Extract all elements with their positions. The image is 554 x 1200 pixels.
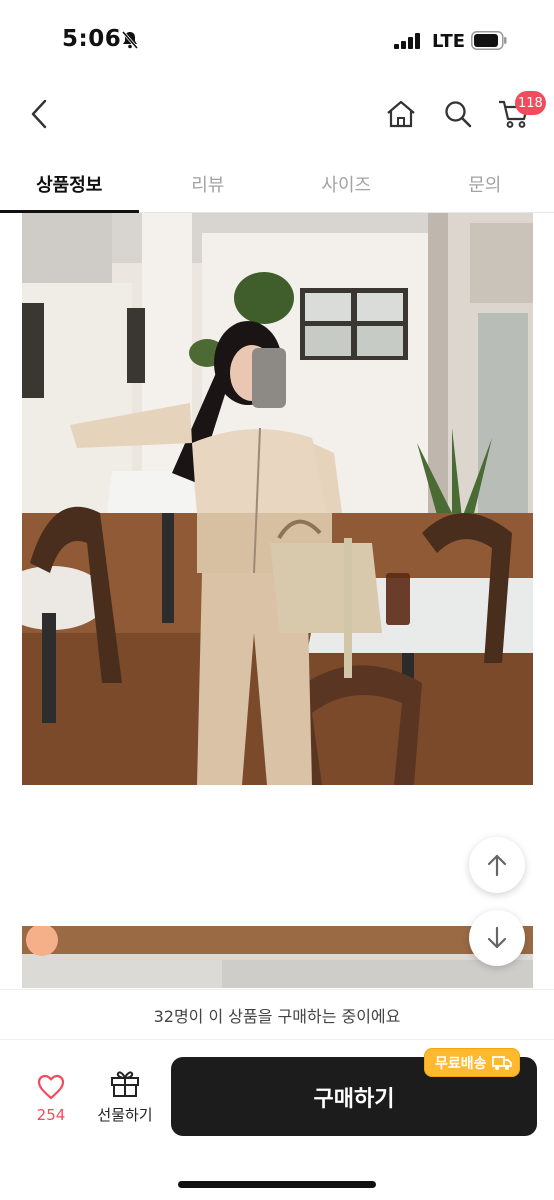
heart-icon (37, 1074, 65, 1100)
tab-reviews[interactable]: 리뷰 (139, 156, 278, 212)
scroll-to-bottom-button[interactable] (469, 910, 525, 966)
back-icon (31, 99, 47, 129)
top-nav (0, 86, 554, 142)
buyers-notice: 32명이 이 상품을 구매하는 중이에요 (0, 989, 554, 1039)
search-button[interactable] (434, 86, 482, 142)
arrow-down-icon (487, 926, 507, 949)
back-button[interactable] (16, 86, 64, 142)
cart-count-badge: 118 (515, 91, 546, 115)
status-bar: 5:06 LTE (0, 0, 554, 80)
scroll-to-top-button[interactable] (469, 837, 525, 893)
tab-product-info[interactable]: 상품정보 (0, 156, 139, 213)
product-tabs: 상품정보 리뷰 사이즈 문의 (0, 156, 554, 213)
signal-icon (394, 33, 424, 49)
gift-label: 선물하기 (97, 1106, 153, 1124)
search-icon (445, 101, 472, 128)
tab-inquiry[interactable]: 문의 (416, 156, 554, 212)
like-count: 254 (36, 1106, 66, 1124)
free-shipping-label: 무료배송 (435, 1055, 487, 1072)
network-label: LTE (432, 31, 466, 52)
gift-button[interactable]: 선물하기 (92, 1068, 158, 1132)
product-photo-main (22, 213, 533, 785)
truck-icon (491, 1056, 512, 1070)
tab-size[interactable]: 사이즈 (277, 156, 416, 212)
home-indicator (178, 1181, 376, 1188)
battery-icon (471, 31, 507, 50)
like-button[interactable]: 254 (24, 1070, 78, 1134)
arrow-up-icon (487, 854, 507, 877)
home-button[interactable] (377, 86, 425, 142)
gift-icon (111, 1071, 139, 1097)
bell-slash-icon (121, 31, 139, 49)
product-photo-second (22, 926, 533, 988)
home-icon (387, 100, 415, 128)
status-time: 5:06 (62, 26, 122, 52)
free-shipping-badge: 무료배송 (424, 1048, 520, 1077)
bottom-action-bar: 254 선물하기 구매하기 무료배송 (0, 1039, 554, 1200)
